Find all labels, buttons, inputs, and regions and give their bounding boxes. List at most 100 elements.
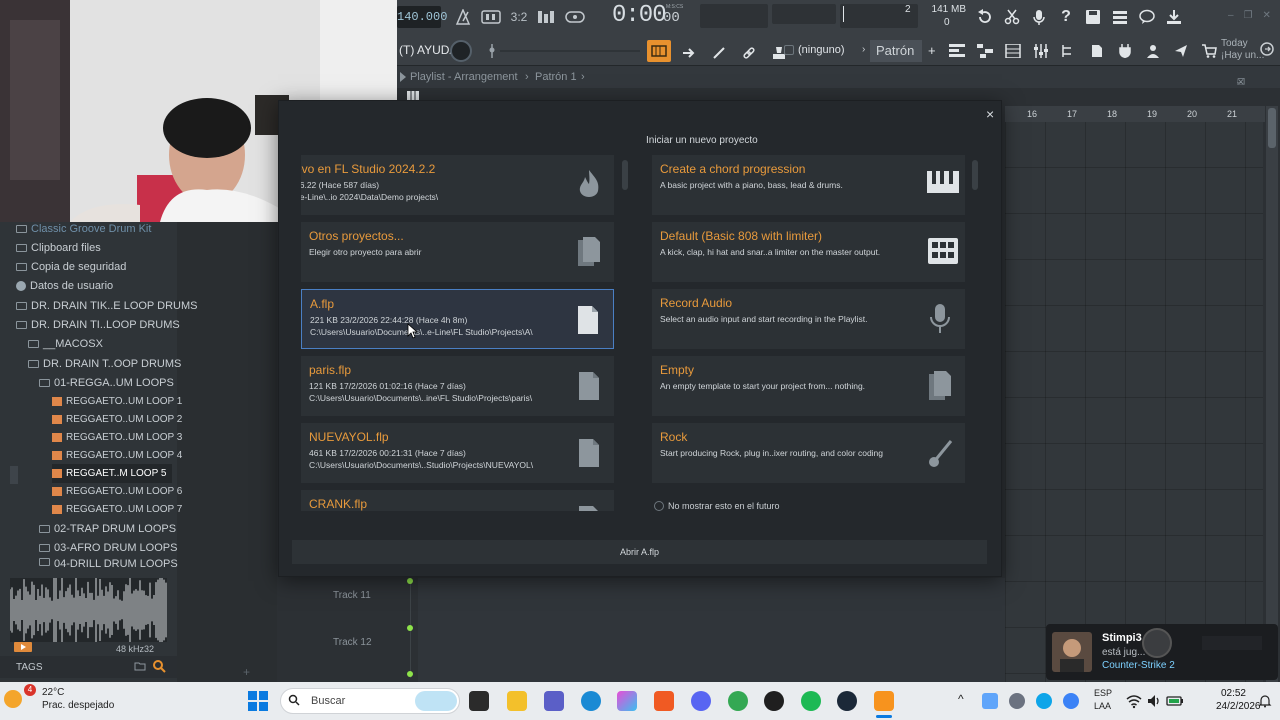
recent-scrollbar[interactable]: [622, 160, 628, 190]
person-icon[interactable]: [1142, 40, 1164, 62]
piano-roll-icon[interactable]: [974, 40, 996, 62]
browser-item[interactable]: DR. DRAIN TIK..E LOOP DRUMS: [16, 296, 197, 315]
copilot-icon[interactable]: [617, 691, 637, 711]
playlist-ruler[interactable]: 16 17 18 19 20 21: [1005, 106, 1265, 122]
playlist-scrollbar[interactable]: [1266, 106, 1278, 682]
browser-item[interactable]: REGGAETO..UM LOOP 6: [52, 482, 182, 501]
browser-item[interactable]: 04-DRILL DRUM LOOPS: [39, 558, 178, 570]
wait-input-icon[interactable]: [480, 6, 502, 28]
scrollbar-thumb[interactable]: [1268, 108, 1276, 148]
mixer-icon[interactable]: [1030, 40, 1052, 62]
channel-filter-select[interactable]: (ninguno): [798, 44, 844, 56]
download-icon[interactable]: [1163, 6, 1185, 28]
system-clock[interactable]: 02:52 24/2/2026: [1216, 687, 1261, 713]
template-card[interactable]: Empty An empty template to start your pr…: [652, 356, 965, 416]
help-icon[interactable]: ?: [1055, 6, 1077, 28]
notification-bell-icon[interactable]: [1258, 694, 1272, 708]
browser-item[interactable]: Datos de usuario: [16, 276, 113, 295]
countdown-icon[interactable]: 3:2: [508, 6, 530, 28]
browser-item[interactable]: REGGAETO..UM LOOP 7: [52, 500, 182, 519]
spotify-icon[interactable]: [801, 691, 821, 711]
maximize-icon[interactable]: ❐: [1244, 10, 1253, 21]
pitch-slider[interactable]: [488, 44, 496, 58]
playlist-icon[interactable]: [946, 40, 968, 62]
save-icon[interactable]: [1082, 6, 1104, 28]
browser-item[interactable]: REGGAETO..UM LOOP 1: [52, 392, 182, 411]
weather-widget[interactable]: 22°C Prac. despejado: [42, 686, 114, 712]
file-icon[interactable]: [1086, 40, 1108, 62]
recent-project-card[interactable]: NUEVAYOL.flp 461 KB 17/2/2026 00:21:31 (…: [301, 423, 614, 483]
browser-item[interactable]: REGGAETO..UM LOOP 4: [52, 446, 182, 465]
weather-icon[interactable]: [4, 690, 22, 708]
cut-icon[interactable]: [1001, 6, 1023, 28]
recent-project-card[interactable]: CRANK.flp: [301, 490, 614, 511]
browser-item-selected[interactable]: REGGAET..M LOOP 5: [52, 464, 173, 483]
browser-item[interactable]: 02-TRAP DRUM LOOPS: [39, 519, 176, 538]
task-view-icon[interactable]: [469, 691, 489, 711]
track-mute-led[interactable]: [407, 625, 413, 631]
battery-icon[interactable]: [1166, 693, 1184, 709]
recent-project-card[interactable]: paris.flp 121 KB 17/2/2026 01:02:16 (Hac…: [301, 356, 614, 416]
pattern-mode-button[interactable]: [647, 40, 671, 62]
teams-icon[interactable]: [544, 691, 564, 711]
open-project-button[interactable]: Abrir A.flp: [292, 540, 987, 564]
wifi-icon[interactable]: [1126, 693, 1142, 709]
discord-icon[interactable]: [691, 691, 711, 711]
microphone-icon[interactable]: [1028, 6, 1050, 28]
loop-record-icon[interactable]: [564, 6, 586, 28]
template-card[interactable]: Record Audio Select an audio input and s…: [652, 289, 965, 349]
volume-icon[interactable]: [1146, 693, 1162, 709]
template-card[interactable]: Default (Basic 808 with limiter) A kick,…: [652, 222, 965, 282]
edge-icon[interactable]: [581, 691, 601, 711]
close-icon[interactable]: ✕: [1263, 10, 1271, 21]
project-picker-icon[interactable]: [1109, 6, 1131, 28]
recent-project-card[interactable]: Otros proyectos... Elegir otro proyecto …: [301, 222, 614, 282]
templates-scrollbar[interactable]: [972, 160, 978, 190]
cart-icon[interactable]: [1198, 40, 1220, 62]
brave-icon[interactable]: [654, 691, 674, 711]
play-preview-button[interactable]: [14, 642, 32, 652]
add-pattern-button[interactable]: +: [928, 43, 936, 58]
send-icon[interactable]: [1170, 40, 1192, 62]
chevron-right-icon[interactable]: ›: [862, 44, 865, 55]
file-explorer-icon[interactable]: [507, 691, 527, 711]
track-mute-led[interactable]: [407, 671, 413, 677]
browser-item[interactable]: __MACOSX: [28, 334, 103, 353]
pattern-selector[interactable]: Patrón 1: [870, 40, 922, 80]
activity-notification[interactable]: Stimpi3 está jug... Counter-Strike 2: [1046, 624, 1278, 680]
chevron-up-icon[interactable]: ^: [958, 692, 964, 706]
playlist-pattern[interactable]: Patrón 1: [535, 71, 577, 83]
steam-icon[interactable]: [837, 691, 857, 711]
search-highlight-icon[interactable]: [415, 691, 457, 711]
obs-icon[interactable]: [764, 691, 784, 711]
track-label[interactable]: Track 12: [333, 637, 372, 648]
playlist-grid[interactable]: [1005, 122, 1263, 682]
playlist-menu-icon[interactable]: [399, 71, 407, 83]
browser-item[interactable]: 03-AFRO DRUM LOOPS: [39, 538, 177, 557]
browser-scroll-handle[interactable]: [10, 466, 18, 484]
link-icon[interactable]: [738, 42, 760, 64]
browser-item[interactable]: REGGAETO..UM LOOP 2: [52, 410, 182, 429]
search-icon[interactable]: [152, 659, 166, 673]
browser-item[interactable]: Clipboard files: [16, 238, 101, 257]
plugin-icon[interactable]: [1114, 40, 1136, 62]
minimize-icon[interactable]: –: [1228, 10, 1234, 21]
recent-project-card-selected[interactable]: A.flp 221 KB 23/2/2026 22:44:28 (Hace 4h…: [301, 289, 614, 349]
folder-icon[interactable]: [134, 660, 146, 672]
browser-item[interactable]: DR. DRAIN T..OOP DRUMS: [28, 354, 181, 373]
language-indicator[interactable]: ESP LAA: [1094, 687, 1112, 713]
channel-tree-icon[interactable]: [1058, 40, 1080, 62]
undo-icon[interactable]: [974, 6, 996, 28]
close-icon[interactable]: ✕: [1237, 77, 1245, 88]
track-lanes[interactable]: [418, 578, 1005, 682]
start-button[interactable]: [248, 691, 268, 711]
chrome-icon[interactable]: [728, 691, 748, 711]
tray-app-icon[interactable]: [1009, 693, 1025, 709]
tempo-display[interactable]: 140.000: [397, 6, 447, 28]
browser-item[interactable]: Copia de seguridad: [16, 257, 126, 276]
browser-item[interactable]: DR. DRAIN TI..LOOP DRUMS: [16, 315, 180, 334]
news-arrow-icon[interactable]: [1260, 42, 1274, 56]
track-label[interactable]: Track 11: [333, 590, 371, 601]
fl-studio-icon[interactable]: [874, 691, 894, 711]
browser-item[interactable]: REGGAETO..UM LOOP 3: [52, 428, 182, 447]
